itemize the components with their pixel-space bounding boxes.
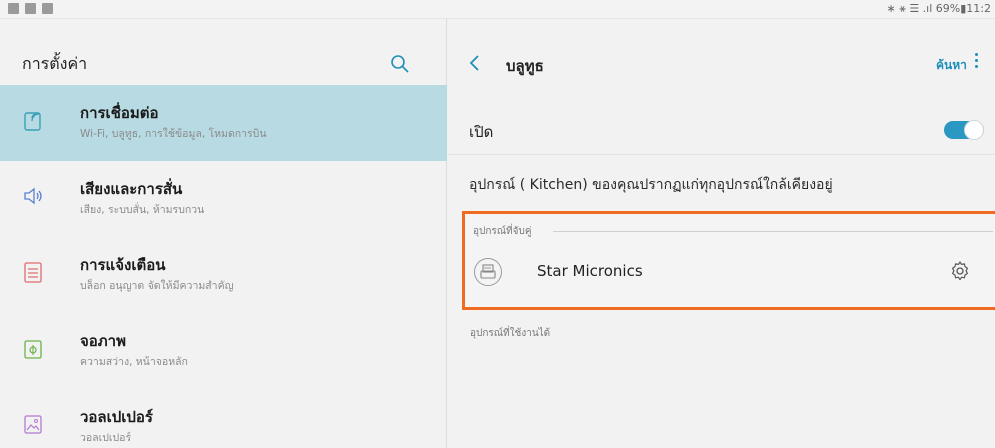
visibility-info: อุปกรณ์ ( Kitchen) ของคุณปรากฏแก่ทุกอุปก… (469, 177, 833, 193)
menu-item-title: วอลเปเปอร์ (80, 408, 153, 426)
bluetooth-toggle[interactable] (944, 120, 984, 140)
notifications-icon (22, 260, 44, 284)
menu-item-subtitle: เสียง, ระบบสั่น, ห้ามรบกวน (80, 204, 205, 216)
menu-item-connections[interactable]: การเชื่อมต่อ Wi-Fi, บลูทูธ, การใช้ข้อมูล… (0, 85, 447, 161)
search-icon[interactable] (389, 53, 411, 75)
available-devices-header: อุปกรณ์ที่ใช้งานได้ (470, 328, 551, 339)
settings-title: การตั้งค่า (22, 54, 88, 73)
message-icon (42, 3, 53, 14)
back-icon[interactable] (466, 53, 484, 73)
search-button[interactable]: ค้นหา (936, 56, 967, 75)
menu-item-subtitle: วอลเปเปอร์ (80, 432, 132, 444)
menu-item-title: เสียงและการสั่น (80, 180, 183, 198)
paired-devices-section: อุปกรณ์ที่จับคู่ Star Micronics (462, 211, 995, 310)
bluetooth-toggle-row[interactable]: เปิด (448, 91, 995, 155)
settings-list-pane: การตั้งค่า การเชื่อมต่อ Wi-Fi, บลูทูธ, ก… (0, 19, 447, 448)
page-title: บลูทูธ (506, 57, 544, 75)
wallpaper-icon (22, 412, 44, 436)
sound-icon (22, 184, 44, 208)
menu-item-wallpaper[interactable]: วอลเปเปอร์ วอลเปเปอร์ (0, 389, 447, 448)
menu-item-sound[interactable]: เสียงและการสั่น เสียง, ระบบสั่น, ห้ามรบก… (0, 161, 447, 237)
notification-icons (8, 3, 53, 14)
status-bar: ∗ ⚹ ☰ .ıl 69%▮11:2 (0, 0, 995, 19)
printer-icon (474, 258, 502, 286)
menu-item-title: จอภาพ (80, 332, 126, 350)
settings-header: การตั้งค่า (0, 19, 447, 85)
display-icon (22, 336, 44, 360)
gear-icon[interactable] (949, 260, 971, 282)
divider (553, 231, 993, 232)
more-options-icon[interactable] (972, 53, 980, 73)
gallery-icon (25, 3, 36, 14)
system-status: ∗ ⚹ ☰ .ıl 69%▮11:2 (886, 2, 991, 15)
toggle-knob (964, 120, 984, 140)
paired-device-name[interactable]: Star Micronics (537, 262, 643, 280)
menu-item-subtitle: Wi-Fi, บลูทูธ, การใช้ข้อมูล, โหมดการบิน (80, 128, 267, 140)
menu-item-display[interactable]: จอภาพ ความสว่าง, หน้าจอหลัก (0, 313, 447, 389)
bluetooth-pane: บลูทูธ ค้นหา เปิด อุปกรณ์ ( Kitchen) ของ… (448, 19, 995, 448)
menu-item-notifications[interactable]: การแจ้งเตือน บล็อก อนุญาต จัดให้มีความสำ… (0, 237, 447, 313)
paired-devices-header: อุปกรณ์ที่จับคู่ (473, 226, 532, 237)
connections-icon (22, 108, 44, 132)
screenshot-icon (8, 3, 19, 14)
toggle-label: เปิด (469, 123, 494, 141)
menu-item-title: การเชื่อมต่อ (80, 104, 159, 122)
menu-item-subtitle: ความสว่าง, หน้าจอหลัก (80, 356, 188, 368)
menu-item-title: การแจ้งเตือน (80, 256, 166, 274)
menu-item-subtitle: บล็อก อนุญาต จัดให้มีความสำคัญ (80, 280, 234, 292)
